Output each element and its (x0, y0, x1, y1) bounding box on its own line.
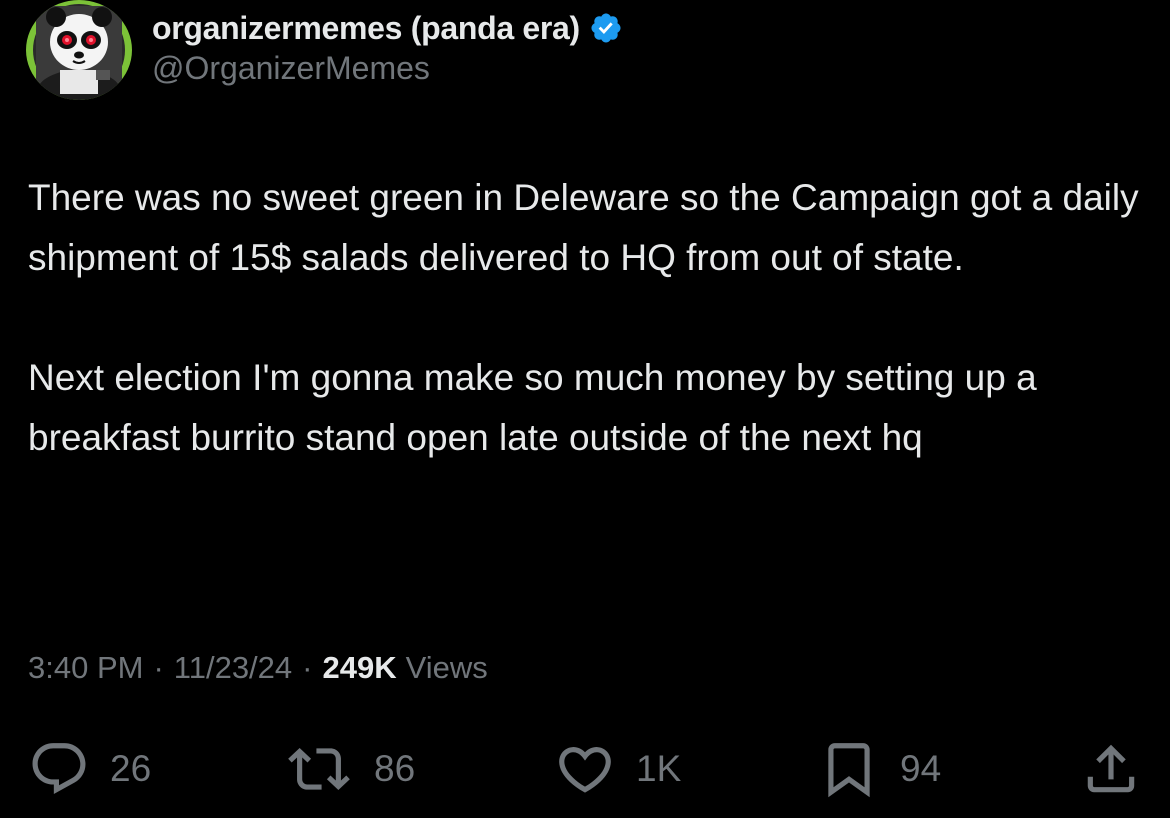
meta-separator: · (153, 650, 164, 685)
panda-avatar-image (33, 4, 125, 100)
reply-count: 26 (110, 748, 152, 789)
tweet-time[interactable]: 3:40 PM (28, 650, 143, 686)
reply-button[interactable]: 26 (28, 734, 151, 804)
tweet-text: There was no sweet green in Deleware so … (28, 168, 1148, 468)
tweet-detail: organizermemes (panda era) @OrganizerMem… (0, 0, 1170, 818)
views-count[interactable]: 249K (322, 650, 396, 686)
reply-icon (32, 743, 86, 795)
repost-button[interactable]: 86 (284, 734, 415, 804)
repost-count: 86 (374, 748, 416, 789)
tweet-meta: 3:40 PM · 11/23/24 · 249K Views (28, 650, 488, 686)
verified-badge-icon[interactable] (589, 11, 623, 45)
tweet-date[interactable]: 11/23/24 (174, 650, 292, 686)
author-display-name[interactable]: organizermemes (panda era) (152, 10, 580, 47)
avatar[interactable] (26, 0, 132, 100)
repost-icon (288, 748, 350, 790)
bookmark-count: 94 (900, 748, 942, 789)
bookmark-icon (828, 743, 870, 798)
action-bar: 26 86 1K 94 (0, 734, 1170, 804)
tweet-paragraph: There was no sweet green in Deleware so … (28, 177, 1139, 278)
bookmark-button[interactable]: 94 (818, 734, 941, 804)
heart-icon (559, 747, 611, 793)
meta-separator: · (302, 650, 313, 685)
views-label[interactable]: Views (406, 650, 488, 686)
like-count: 1K (636, 748, 682, 789)
share-button[interactable] (1080, 734, 1142, 804)
author-handle[interactable]: @OrganizerMemes (152, 50, 430, 87)
tweet-paragraph: Next election I'm gonna make so much mon… (28, 357, 1037, 458)
like-button[interactable]: 1K (554, 734, 681, 804)
share-icon (1087, 744, 1135, 793)
author-name-row[interactable]: organizermemes (panda era) (152, 6, 623, 50)
